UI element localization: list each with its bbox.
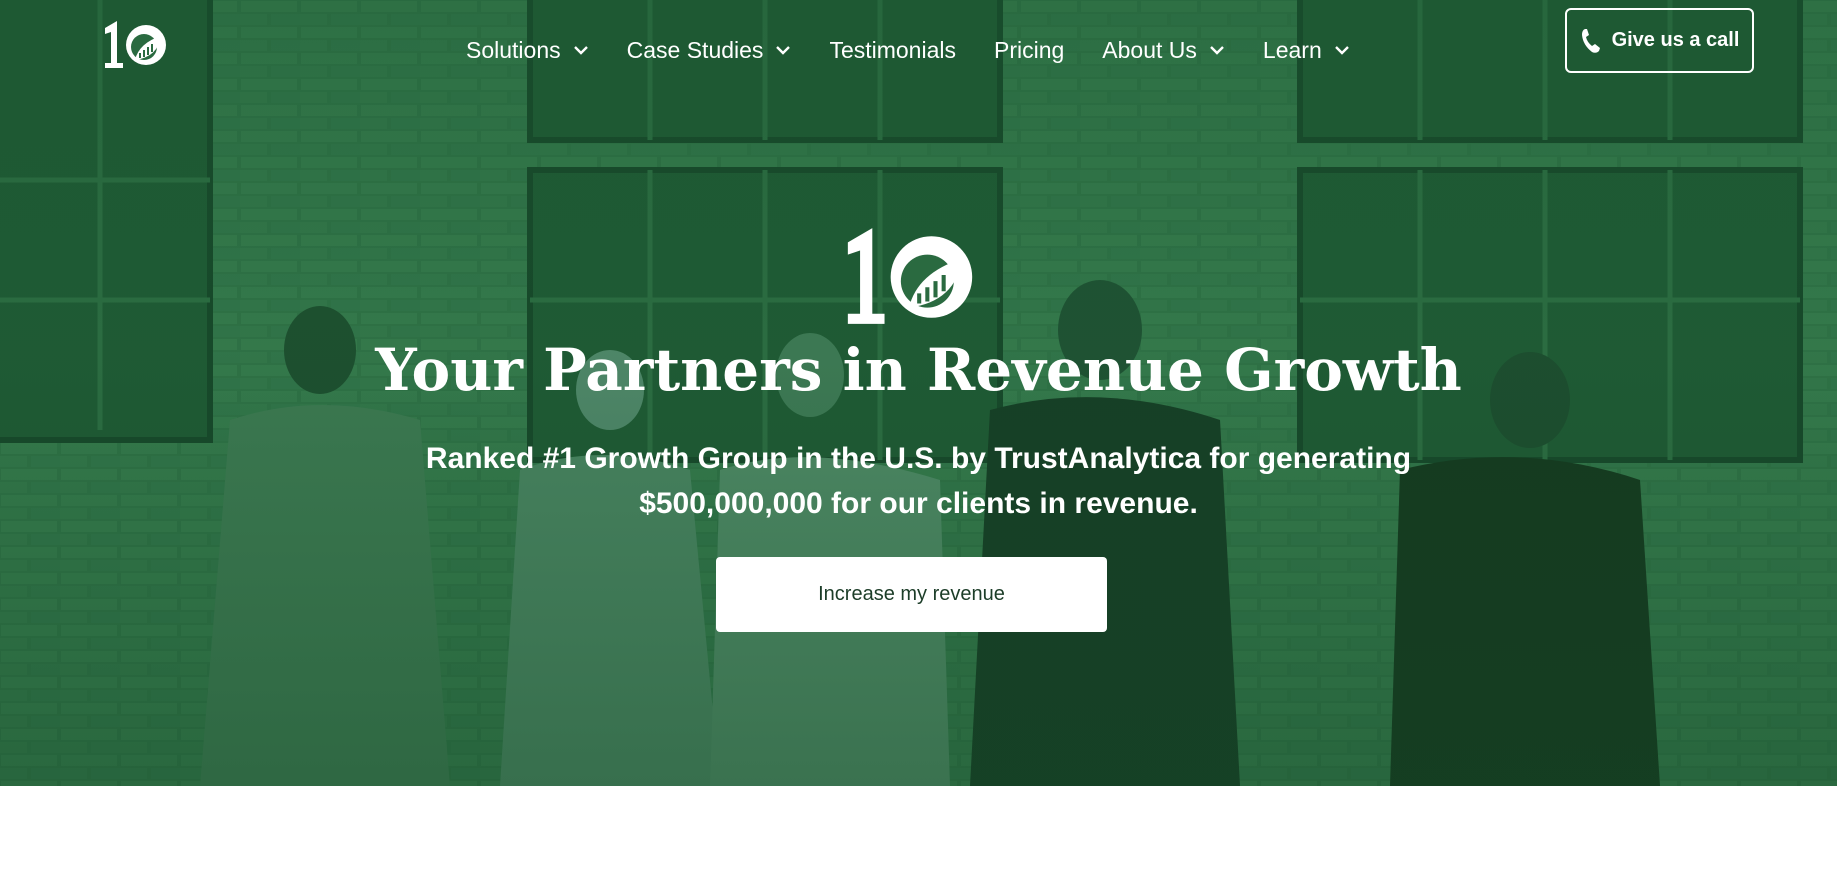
chevron-down-icon — [1334, 46, 1349, 55]
hero-section: Solutions Case Studies Testimonials Pric… — [0, 0, 1837, 786]
nav-item-testimonials[interactable]: Testimonials — [829, 34, 956, 66]
chevron-down-icon — [1210, 46, 1224, 55]
hero-subline: Ranked #1 Growth Group in the U.S. by Tr… — [0, 436, 1837, 526]
call-button-label: Give us a call — [1611, 29, 1740, 51]
give-us-a-call-button[interactable]: Give us a call — [1565, 8, 1754, 73]
nav-item-solutions[interactable]: Solutions — [466, 34, 589, 66]
nav-item-pricing[interactable]: Pricing — [994, 34, 1064, 66]
nav-item-case-studies[interactable]: Case Studies — [627, 34, 792, 66]
hero-headline: Your Partners in Revenue Growth — [375, 336, 1462, 404]
chevron-down-icon — [776, 46, 791, 55]
chevron-down-icon — [573, 46, 588, 55]
increase-revenue-button[interactable]: Increase my revenue — [716, 557, 1107, 632]
hero-subline-line: Ranked #1 Growth Group in the U.S. by Tr… — [425, 442, 1412, 475]
nav-item-label: Testimonials — [829, 36, 956, 63]
ten-leaf-logo-icon — [847, 228, 973, 324]
nav-item-label: Learn — [1262, 36, 1322, 63]
ten-leaf-logo-icon[interactable] — [102, 18, 168, 70]
nav-item-label: Pricing — [993, 36, 1065, 63]
nav-item-label: About Us — [1102, 36, 1197, 63]
nav-item-label: Case Studies — [626, 36, 764, 63]
main-nav: Solutions Case Studies Testimonials Pric… — [466, 34, 1350, 66]
nav-item-about-us[interactable]: About Us — [1102, 34, 1225, 66]
phone-icon — [1581, 28, 1600, 53]
cta-label: Increase my revenue — [818, 583, 1005, 605]
nav-item-label: Solutions — [466, 36, 561, 63]
hero-subline-line: $500,000,000 for our clients in revenue. — [639, 487, 1198, 520]
nav-item-learn[interactable]: Learn — [1263, 34, 1350, 66]
